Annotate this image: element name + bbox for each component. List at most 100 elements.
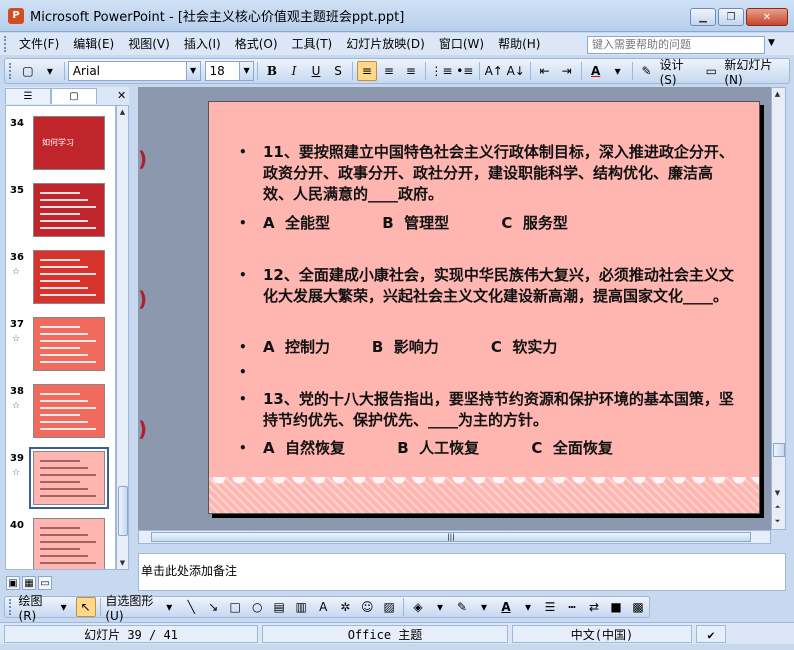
slide-sorter-icon[interactable]: ▦: [22, 576, 36, 590]
shadow-style-icon[interactable]: ■: [606, 597, 626, 617]
3d-style-icon[interactable]: ▩: [628, 597, 648, 617]
clipart-icon[interactable]: ☺: [357, 597, 377, 617]
font-color-icon[interactable]: A: [496, 597, 516, 617]
bold-button[interactable]: B: [262, 61, 282, 81]
menu-slideshow[interactable]: 幻灯片放映(D): [339, 34, 432, 54]
diagram-icon[interactable]: ✲: [335, 597, 355, 617]
decrease-indent-icon[interactable]: ⇤: [535, 61, 555, 81]
toolbar-options-icon[interactable]: ▾: [40, 61, 60, 81]
font-size-select[interactable]: 18 ▼: [204, 61, 255, 81]
tab-slides[interactable]: ▢: [51, 88, 97, 104]
bullet-options-11[interactable]: • A 全能型 B 管理型 C 服务型: [239, 213, 739, 234]
line-color-icon[interactable]: ✎: [452, 597, 472, 617]
toolbar-grip[interactable]: [9, 599, 13, 615]
new-slide-icon[interactable]: ▭: [701, 61, 721, 81]
increase-indent-icon[interactable]: ⇥: [557, 61, 577, 81]
slide-thumbnail[interactable]: [33, 518, 105, 569]
design-button[interactable]: 设计(S): [659, 58, 700, 87]
scroll-up-icon[interactable]: ▲: [117, 106, 128, 118]
picture-icon[interactable]: ▨: [379, 597, 399, 617]
line-style-icon[interactable]: ☰: [540, 597, 560, 617]
chevron-down-icon[interactable]: ▾: [159, 597, 179, 617]
new-slide-button[interactable]: 新幻灯片(N): [723, 58, 788, 87]
menu-edit[interactable]: 编辑(E): [66, 34, 121, 54]
menu-format[interactable]: 格式(O): [228, 34, 285, 54]
menu-grip[interactable]: [4, 36, 8, 52]
align-right-icon[interactable]: ≡: [401, 61, 421, 81]
restore-button[interactable]: ❐: [718, 8, 744, 26]
bullet-question-11[interactable]: • 11、要按照建立中国特色社会主义行政体制目标，深入推进政企分开、政资分开、政事…: [239, 142, 739, 205]
oval-icon[interactable]: ○: [247, 597, 267, 617]
next-slide-icon[interactable]: ⏷: [772, 515, 783, 527]
decrease-font-icon[interactable]: A↓: [506, 61, 526, 81]
draw-menu-button[interactable]: 绘图(R): [18, 594, 52, 623]
help-search-input[interactable]: 键入需要帮助的问题: [587, 36, 765, 54]
menu-help[interactable]: 帮助(H): [491, 34, 547, 54]
menu-insert[interactable]: 插入(I): [177, 34, 228, 54]
menu-file[interactable]: 文件(F): [12, 34, 66, 54]
slide-thumbnail[interactable]: [33, 317, 105, 371]
chevron-down-icon[interactable]: ▾: [518, 597, 538, 617]
font-name-select[interactable]: Arial ▼: [67, 61, 201, 81]
arrow-style-icon[interactable]: ⇄: [584, 597, 604, 617]
bulleted-list-icon[interactable]: •≡: [455, 61, 475, 81]
vertical-textbox-icon[interactable]: ▥: [291, 597, 311, 617]
menu-window[interactable]: 窗口(W): [432, 34, 491, 54]
scroll-thumb[interactable]: |||: [151, 532, 751, 542]
wordart-icon[interactable]: A: [313, 597, 333, 617]
slideshow-icon[interactable]: ▭: [38, 576, 52, 590]
bullet-question-13[interactable]: • 13、党的十八大报告指出，要坚持节约资源和保护环境的基本国策，坚持节约优先、保…: [239, 389, 739, 431]
arrow-icon[interactable]: ↘: [203, 597, 223, 617]
slide-thumbnail[interactable]: [33, 384, 105, 438]
menu-view[interactable]: 视图(V): [121, 34, 177, 54]
fill-color-icon[interactable]: ◈: [408, 597, 428, 617]
slide-horizontal-scrollbar[interactable]: |||: [138, 530, 771, 544]
tab-outline[interactable]: ☰: [5, 88, 51, 104]
thumbnails-scrollbar[interactable]: ▲ ▼: [116, 105, 129, 570]
scroll-thumb[interactable]: [118, 486, 128, 536]
select-pointer-icon[interactable]: ↖: [75, 597, 96, 617]
chevron-down-icon[interactable]: ▾: [474, 597, 494, 617]
chevron-down-icon[interactable]: ▼: [185, 62, 200, 80]
slide-thumbnail[interactable]: [33, 250, 105, 304]
new-document-icon[interactable]: ▢: [18, 61, 38, 81]
chevron-down-icon[interactable]: ▾: [54, 597, 74, 617]
scroll-thumb[interactable]: [773, 443, 785, 457]
bullet-question-12[interactable]: • 12、全面建成小康社会，实现中华民族伟大复兴，必须推动社会主义文化大发展大繁荣…: [239, 265, 739, 307]
underline-button[interactable]: U: [306, 61, 326, 81]
help-dropdown-icon[interactable]: ▼: [768, 38, 775, 48]
notes-pane[interactable]: 单击此处添加备注: [138, 553, 786, 591]
chevron-down-icon[interactable]: ▾: [608, 61, 628, 81]
toolbar-grip[interactable]: [9, 63, 13, 79]
slide-thumbnail[interactable]: [29, 447, 109, 509]
dash-style-icon[interactable]: ┅: [562, 597, 582, 617]
scroll-down-icon[interactable]: ▼: [772, 487, 783, 499]
minimize-button[interactable]: ▁: [690, 8, 716, 26]
scroll-down-icon[interactable]: ▼: [117, 557, 128, 569]
textbox-icon[interactable]: ▤: [269, 597, 289, 617]
previous-slide-icon[interactable]: ⏶: [772, 501, 783, 513]
italic-button[interactable]: I: [284, 61, 304, 81]
slide-thumbnail[interactable]: [33, 183, 105, 237]
line-icon[interactable]: ╲: [181, 597, 201, 617]
align-center-icon[interactable]: ≡: [379, 61, 399, 81]
slide-vertical-scrollbar[interactable]: ▲ ▼ ⏶ ⏷: [771, 87, 786, 530]
shadow-icon[interactable]: S: [328, 61, 348, 81]
close-button[interactable]: ✕: [746, 8, 788, 26]
rectangle-icon[interactable]: □: [225, 597, 245, 617]
close-pane-icon[interactable]: ✕: [117, 89, 126, 102]
increase-font-icon[interactable]: A↑: [484, 61, 504, 81]
autoshapes-button[interactable]: 自选图形(U): [104, 594, 157, 623]
slide-thumbnail[interactable]: 如何学习: [33, 116, 105, 170]
align-left-icon[interactable]: ≡: [356, 61, 377, 81]
scroll-up-icon[interactable]: ▲: [772, 88, 783, 100]
font-color-icon[interactable]: A: [586, 61, 606, 81]
normal-view-icon[interactable]: ▣: [6, 576, 20, 590]
menu-tools[interactable]: 工具(T): [285, 34, 340, 54]
bullet-options-13[interactable]: • A 自然恢复 B 人工恢复 C 全面恢复: [239, 438, 739, 459]
numbered-list-icon[interactable]: ⋮≡: [430, 61, 453, 81]
current-slide[interactable]: • 11、要按照建立中国特色社会主义行政体制目标，深入推进政企分开、政资分开、政事…: [208, 101, 760, 514]
chevron-down-icon[interactable]: ▼: [239, 62, 254, 80]
bullet-options-12[interactable]: • A 控制力 B 影响力 C 软实力: [239, 337, 739, 358]
chevron-down-icon[interactable]: ▾: [430, 597, 450, 617]
